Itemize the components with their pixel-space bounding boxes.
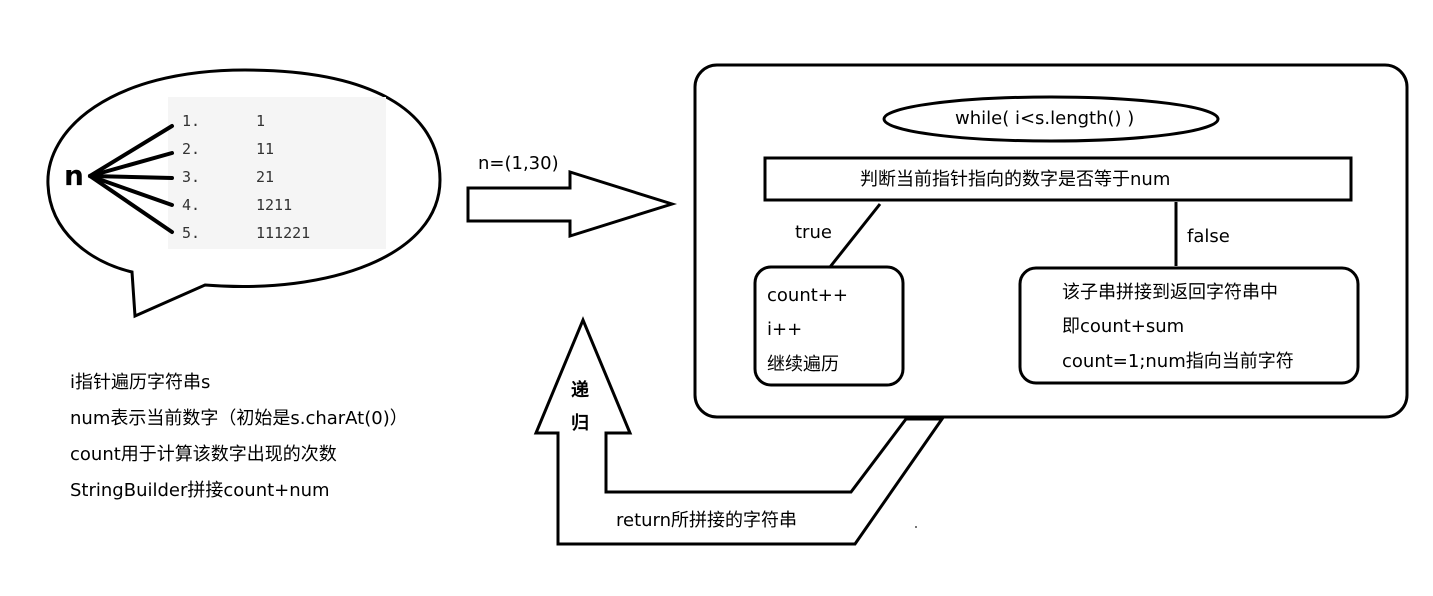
false-line-2: 即count+sum — [1062, 316, 1185, 337]
n-label: n — [64, 159, 84, 192]
note-2: num表示当前数字（初始是s.charAt(0)） — [70, 408, 408, 429]
recursion-label-top: 递 — [571, 380, 589, 401]
row-value-1: 1 — [256, 112, 266, 130]
decision-text: 判断当前指针指向的数字是否等于num — [860, 169, 1171, 190]
row-index-5: 5. — [182, 224, 201, 242]
note-3: count用于计算该数字出现的次数 — [70, 444, 337, 465]
note-4: StringBuilder拼接count+num — [70, 480, 330, 501]
row-value-5: 111221 — [256, 224, 311, 242]
flow-diagram: n 1. 1 2. 11 3. 21 4. 1211 5. 111221 i指针… — [0, 0, 1433, 596]
while-condition: while( i<s.length() ) — [955, 108, 1135, 129]
row-index-3: 3. — [182, 168, 201, 186]
input-arrow — [466, 169, 678, 239]
false-line-3: count=1;num指向当前字符 — [1062, 351, 1294, 372]
row-value-4: 1211 — [256, 196, 293, 214]
row-index-4: 4. — [182, 196, 201, 214]
false-label: false — [1187, 226, 1230, 247]
return-label: return所拼接的字符串 — [616, 510, 798, 531]
true-label: true — [795, 222, 832, 243]
true-line-3: 继续遍历 — [767, 354, 839, 375]
false-line-1: 该子串拼接到返回字符串中 — [1062, 282, 1278, 303]
row-index-2: 2. — [182, 140, 201, 158]
row-value-2: 11 — [256, 140, 275, 158]
input-range-label: n=(1,30) — [478, 153, 559, 174]
stray-dot — [915, 526, 917, 528]
true-line-1: count++ — [767, 285, 848, 306]
recursion-label-bottom: 归 — [571, 413, 589, 434]
row-value-3: 21 — [256, 168, 275, 186]
note-1: i指针遍历字符串s — [70, 372, 211, 393]
row-index-1: 1. — [182, 112, 201, 130]
true-line-2: i++ — [767, 319, 803, 340]
